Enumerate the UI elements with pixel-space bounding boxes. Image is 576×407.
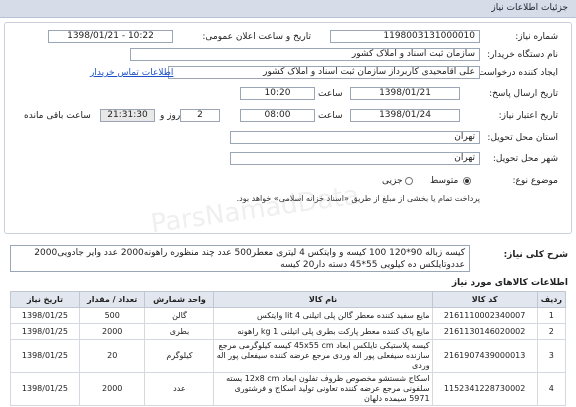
cell-qty: 500 — [78, 307, 146, 324]
contact-info-link[interactable]: اطلاعات تماس خریدار — [90, 68, 173, 78]
class-radio-minor[interactable] — [405, 177, 413, 185]
payment-note: پرداخت تمام یا بخشی از مبلغ از طریق «اسن… — [236, 194, 480, 203]
validity-time-field[interactable]: 08:00 — [240, 109, 315, 122]
validity-time-label: ساعت — [318, 111, 343, 121]
cell-unit: کیلوگرم — [144, 339, 215, 373]
cell-code: 2161110002340007 — [431, 307, 538, 324]
reply-date-field[interactable]: 1398/01/21 — [350, 87, 460, 100]
cell-date: 1398/01/25 — [10, 339, 80, 373]
cell-code: 2161907439000013 — [431, 339, 538, 373]
cell-qty: 2000 — [78, 372, 146, 406]
cell-row: 4 — [536, 372, 567, 406]
cell-name: اسکاج شستشو مخصوص ظروف تفلون ابعاد 12x8 … — [213, 372, 433, 406]
announce-field[interactable]: 1398/01/21 - 10:22 — [48, 30, 173, 43]
city-label: شهر محل تحویل: — [492, 154, 558, 164]
cell-row: 1 — [536, 307, 567, 324]
province-field[interactable]: تهران — [230, 131, 480, 144]
remaining-timer: 21:31:30 — [100, 109, 155, 122]
cell-name: مایع پاک کننده معطر پارکت بطری پلی اتیلن… — [213, 323, 433, 340]
cell-date: 1398/01/25 — [10, 323, 80, 340]
page-title: جزئیات اطلاعات نیاز — [491, 3, 568, 13]
need-number-label: شماره نیاز: — [515, 32, 558, 42]
buyer-org-field[interactable]: سازمان ثبت اسناد و املاک کشور — [130, 48, 480, 61]
validity-label: تاریخ اعتبار نیاز: — [498, 111, 558, 121]
province-label: استان محل تحویل: — [487, 133, 558, 143]
buyer-org-label: نام دستگاه خریدار: — [487, 50, 558, 60]
class-medium-label: متوسط — [430, 176, 459, 186]
remaining-label: ساعت باقی مانده — [24, 111, 91, 121]
table-row[interactable]: 1398/01/25 500 گالن مایع سفید کننده معطر… — [10, 307, 567, 324]
table-row[interactable]: 1398/01/25 20 کیلوگرم کیسه پلاستیکی تایل… — [10, 339, 567, 373]
col-name: نام کالا — [213, 291, 433, 308]
announce-label: تاریخ و ساعت اعلان عمومی: — [202, 32, 311, 42]
col-code: کد کالا — [431, 291, 538, 308]
days-label: روز و — [160, 111, 181, 121]
cell-qty: 2000 — [78, 323, 146, 340]
reply-time-label: ساعت — [318, 89, 343, 99]
description-label: شرح کلی نیاز: — [503, 250, 568, 260]
reply-time-field[interactable]: 10:20 — [240, 87, 315, 100]
cell-code: 1152341228730002 — [431, 372, 538, 406]
cell-unit: گالن — [144, 307, 215, 324]
cell-row: 2 — [536, 323, 567, 340]
class-minor-label: جزیی — [382, 176, 403, 186]
goods-section-title: اطلاعات کالاهای مورد نیاز — [451, 278, 568, 288]
cell-date: 1398/01/25 — [10, 372, 80, 406]
cell-name: کیسه پلاستیکی تایلکس ابعاد 45x55 cm کیسه… — [213, 339, 433, 373]
cell-date: 1398/01/25 — [10, 307, 80, 324]
cell-row: 3 — [536, 339, 567, 373]
col-row: ردیف — [536, 291, 567, 308]
col-need-date: تاریخ نیاز — [10, 291, 80, 308]
cell-code: 2161130146020002 — [431, 323, 538, 340]
creator-field[interactable]: علی آقامحیدی کاربرداز سازمان ثبت اسناد و… — [168, 66, 480, 79]
city-field[interactable]: تهران — [230, 152, 480, 165]
need-number-field[interactable]: 1198003131000010 — [330, 30, 480, 43]
col-qty: تعداد / مقدار — [78, 291, 146, 308]
creator-label: ایجاد کننده درخواست: — [475, 68, 558, 78]
table-row[interactable]: 1398/01/25 2000 عدد اسکاج شستشو مخصوص ظر… — [10, 372, 567, 406]
col-unit: واحد شمارش — [144, 291, 215, 308]
reply-deadline-label: تاریخ ارسال پاسخ: — [489, 89, 558, 99]
validity-date-field[interactable]: 1398/01/24 — [350, 109, 460, 122]
page-header: جزئیات اطلاعات نیاز — [0, 0, 576, 18]
cell-unit: بطری — [144, 323, 215, 340]
cell-qty: 20 — [78, 339, 146, 373]
cell-name: مایع سفید کننده معطر گالن پلی اتیلنی 4 l… — [213, 307, 433, 324]
class-label: موضوع نوع: — [512, 176, 558, 186]
cell-unit: عدد — [144, 372, 215, 406]
table-row[interactable]: 1398/01/25 2000 بطری مایع پاک کننده معطر… — [10, 323, 567, 340]
goods-table: تاریخ نیاز تعداد / مقدار واحد شمارش نام … — [10, 291, 567, 406]
days-field[interactable]: 2 — [180, 109, 220, 122]
description-box: کیسه زباله 90*120 100 کیسه و وایتکس 4 لی… — [10, 245, 470, 272]
class-radio-medium[interactable] — [463, 177, 471, 185]
